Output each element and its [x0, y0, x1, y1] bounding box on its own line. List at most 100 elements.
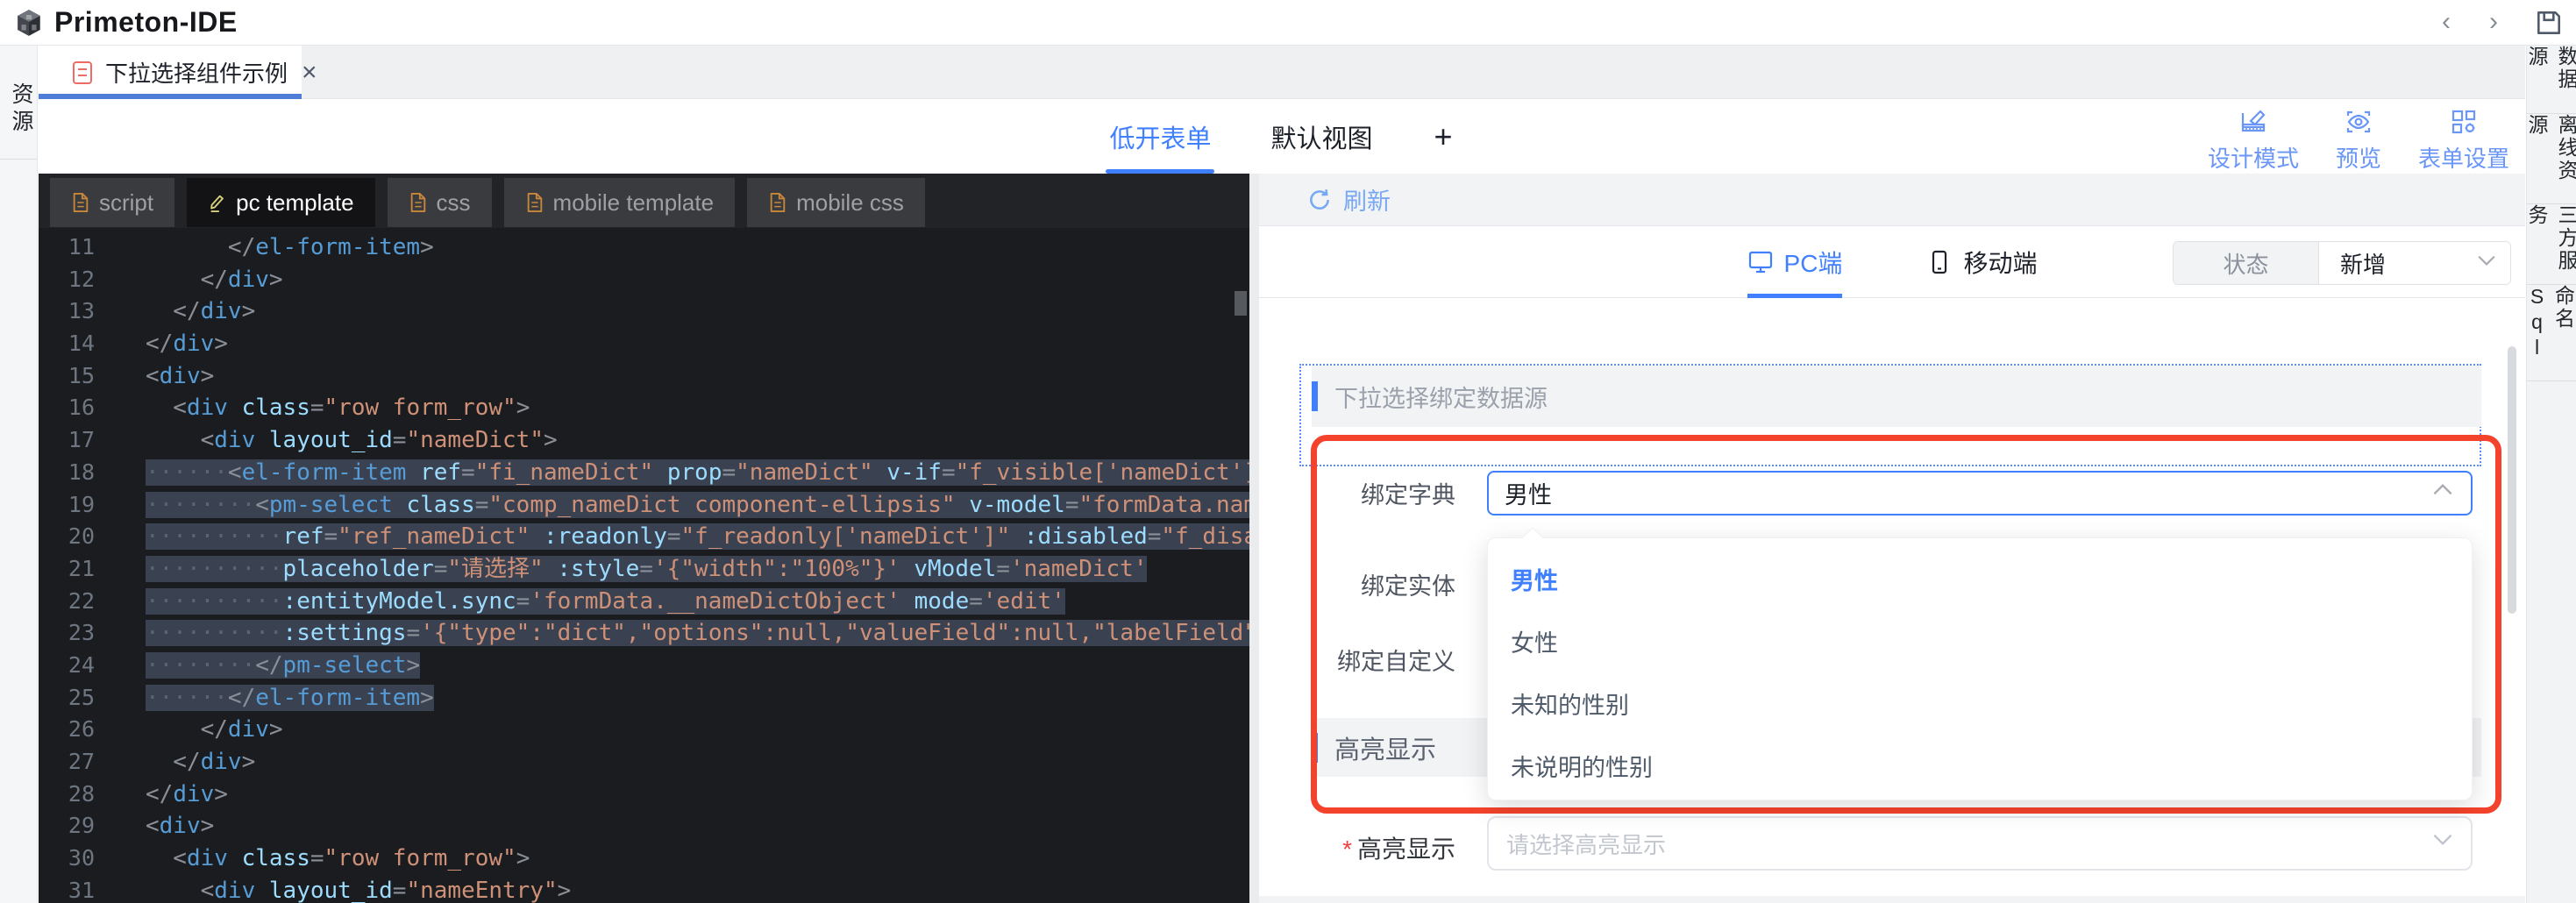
refresh-toolbar: 刷新	[1259, 174, 2525, 226]
line-number: 25	[39, 682, 95, 715]
editor-tab-label: mobile css	[796, 189, 904, 217]
device-tab-label: 移动端	[1963, 245, 2037, 280]
editor-tab-script[interactable]: script	[50, 178, 174, 227]
line-number: 30	[39, 843, 95, 875]
refresh-icon[interactable]	[1306, 187, 1333, 213]
editor-tab-mobile-css[interactable]: mobile css	[747, 178, 925, 227]
chevron-down-icon	[2477, 254, 2496, 267]
highlight-select-placeholder: 请选择高亮显示	[1506, 828, 1666, 860]
editor-tab-pc-template[interactable]: pc template	[187, 178, 374, 227]
code-line: 13 </div>	[39, 295, 1249, 328]
file-icon	[525, 192, 544, 213]
bottom-divider	[1259, 896, 2525, 903]
line-number: 28	[39, 779, 95, 811]
view-tab-label: 默认视图	[1270, 118, 1372, 155]
right-sidebar-item-1[interactable]: 离线资源	[2527, 114, 2576, 204]
right-sidebar-item-3[interactable]: 命名Sql	[2527, 285, 2576, 381]
dropdown-option-1[interactable]: 女性	[1488, 613, 2472, 675]
status-value-select[interactable]: 新增	[2319, 242, 2510, 284]
chevron-up-icon	[2432, 483, 2453, 496]
section-accent-bar	[1312, 381, 1318, 411]
chevron-down-icon	[2432, 833, 2453, 846]
save-icon[interactable]	[2534, 8, 2564, 38]
preview-button[interactable]: 预览	[2336, 108, 2381, 174]
panel-scrollbar[interactable]	[2508, 346, 2516, 614]
preview-eye-icon	[2345, 108, 2373, 136]
line-number: 23	[39, 617, 95, 650]
entity-field-label: 绑定实体	[1259, 567, 1455, 601]
code-text: ········</pm-select>	[95, 650, 420, 682]
editor-tab-label: css	[437, 189, 471, 217]
split-gutter[interactable]	[1249, 174, 1259, 903]
form-canvas: 下拉选择绑定数据源 绑定字典 男性 绑定实体 绑定自定义 高亮显示 男性女性未知…	[1259, 298, 2525, 903]
file-icon	[409, 192, 428, 213]
selected-code: ······<el-form-item ref="fi_nameDict" pr…	[146, 459, 1249, 486]
code-area[interactable]: 11 </el-form-item>12 </div>13 </div>14</…	[39, 228, 1249, 903]
code-text: </div>	[95, 328, 228, 360]
view-tab-1[interactable]: 默认视图	[1267, 99, 1376, 174]
device-tab-row: PC端 移动端 状态 新增	[1259, 226, 2525, 298]
status-select: 状态 新增	[2173, 241, 2511, 285]
document-icon	[72, 60, 93, 85]
title-bar: Primeton-IDE ‹ ›	[0, 0, 2576, 46]
code-line: 18······<el-form-item ref="fi_nameDict" …	[39, 457, 1249, 489]
left-rail-divider	[0, 159, 37, 160]
editor-tab-label: script	[99, 189, 153, 217]
dict-select[interactable]: 男性	[1487, 471, 2473, 515]
selected-code: ··········:settings='{"type":"dict","opt…	[146, 620, 1249, 646]
view-tab-0[interactable]: 低开表单	[1106, 99, 1214, 174]
section-header-datasource[interactable]: 下拉选择绑定数据源	[1312, 366, 2481, 427]
nav-back-icon[interactable]: ‹	[2430, 7, 2462, 39]
line-number: 15	[39, 360, 95, 393]
section-highlight-title: 高亮显示	[1334, 729, 1436, 766]
dropdown-option-3[interactable]: 未说明的性别	[1488, 737, 2472, 800]
device-tab-pc[interactable]: PC端	[1747, 226, 1843, 298]
right-sidebar-item-0[interactable]: 数据源	[2527, 46, 2576, 114]
left-sidebar: 资源	[0, 46, 38, 903]
sidebar-item-resources[interactable]: 资源	[0, 46, 37, 160]
toolbar-actions: 设计模式 预览	[2208, 108, 2509, 174]
code-text: <div>	[95, 810, 214, 843]
line-number: 20	[39, 521, 95, 553]
device-tab-label: PC端	[1784, 245, 1843, 280]
selected-code: ··········ref="ref_nameDict" :readonly="…	[146, 523, 1249, 550]
dict-select-value: 男性	[1505, 476, 1552, 510]
code-line: 11 </el-form-item>	[39, 231, 1249, 264]
code-editor: script pc template css mobile template mobil…	[39, 174, 1249, 903]
code-text: ··········ref="ref_nameDict" :readonly="…	[95, 521, 1249, 553]
code-text: <div layout_id="nameDict">	[95, 424, 558, 457]
form-settings-button[interactable]: 表单设置	[2418, 108, 2509, 174]
editor-tab-mobile-template[interactable]: mobile template	[504, 178, 736, 227]
code-line: 19········<pm-select class="comp_nameDic…	[39, 489, 1249, 522]
device-tab-mobile[interactable]: 移动端	[1926, 226, 2037, 298]
right-sidebar-item-2[interactable]: 三方服务	[2527, 204, 2576, 285]
dropdown-option-0[interactable]: 男性	[1488, 551, 2472, 613]
design-mode-icon	[2239, 108, 2267, 136]
nav-forward-icon[interactable]: ›	[2478, 7, 2509, 39]
code-line: 16 <div class="row form_row">	[39, 392, 1249, 424]
section-datasource-title: 下拉选择绑定数据源	[1334, 380, 1548, 414]
app-window: Primeton-IDE ‹ › 资源 数据源离线资源三方服务命名Sql	[0, 0, 2576, 903]
custom-field-label: 绑定自定义	[1259, 643, 1455, 677]
editor-tab-css[interactable]: css	[388, 178, 492, 227]
dropdown-option-2[interactable]: 未知的性别	[1488, 675, 2472, 737]
selected-code: ········</pm-select>	[146, 652, 420, 679]
code-line: 21··········placeholder="请选择" :style='{"…	[39, 553, 1249, 586]
monitor-icon	[1747, 249, 1774, 275]
code-text: <div class="row form_row">	[95, 392, 530, 424]
code-text: ··········placeholder="请选择" :style='{"wi…	[95, 553, 1147, 586]
code-text: ······</el-form-item>	[95, 682, 434, 715]
highlight-select[interactable]: 请选择高亮显示	[1487, 816, 2473, 871]
active-tab-underline	[1747, 294, 1843, 298]
form-settings-icon	[2450, 108, 2478, 136]
add-view-button[interactable]: +	[1429, 118, 1458, 155]
editor-scrollbar[interactable]	[1235, 291, 1247, 316]
file-tab-active[interactable]: 下拉选择组件示例 ×	[39, 46, 302, 99]
close-icon[interactable]: ×	[302, 60, 317, 85]
refresh-label[interactable]: 刷新	[1343, 182, 1391, 217]
design-mode-button[interactable]: 设计模式	[2208, 108, 2299, 174]
code-line: 22··········:entityModel.sync='formData.…	[39, 586, 1249, 618]
status-label: 状态	[2174, 242, 2319, 284]
file-tab-bar: 下拉选择组件示例 ×	[39, 46, 2525, 99]
code-line: 12 </div>	[39, 264, 1249, 296]
